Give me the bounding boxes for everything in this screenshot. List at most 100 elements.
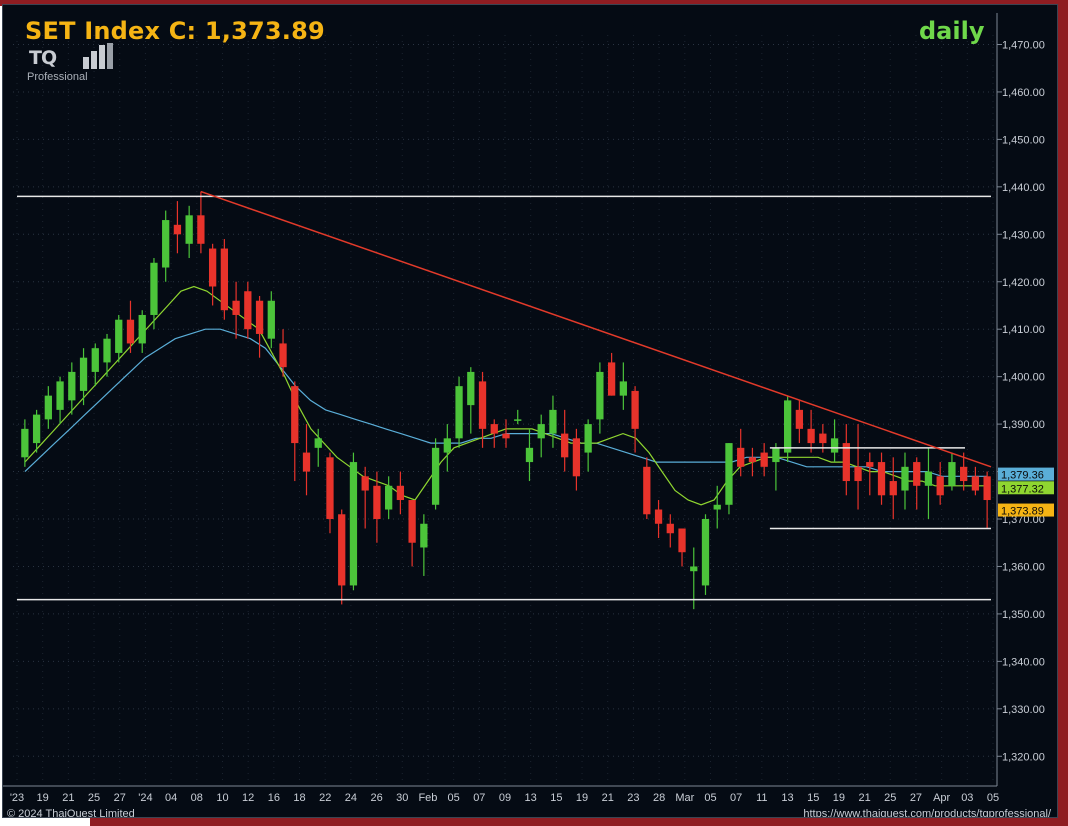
- x-tick-label: 19: [833, 792, 845, 804]
- logo-subtitle: Professional: [27, 71, 88, 83]
- candle-body: [115, 319, 123, 353]
- candle-body: [502, 433, 510, 439]
- candle-body: [807, 428, 815, 444]
- candle-body: [220, 248, 228, 311]
- x-tick-label: 24: [345, 792, 357, 804]
- candle-body: [701, 519, 710, 586]
- copyright-text: © 2024 ThaiQuest Limited: [7, 808, 135, 818]
- candle-body: [208, 248, 217, 287]
- x-tick-label: 19: [37, 792, 49, 804]
- x-tick-label: 10: [216, 792, 228, 804]
- x-tick-label: 21: [62, 792, 74, 804]
- chart-panel: 1,470.00 1,460.00 1,450.00 1,440.00 1,430.00…: [2, 4, 1058, 818]
- y-tick-label: 1,430.00: [1002, 229, 1045, 241]
- y-tick-label: 1,400.00: [1002, 372, 1045, 384]
- candle-body: [572, 438, 581, 477]
- candle-body: [232, 300, 240, 315]
- candle-body: [877, 462, 886, 496]
- x-tick-label: 27: [910, 792, 922, 804]
- candle-body: [431, 447, 440, 505]
- x-tick-label: '23: [10, 792, 24, 804]
- x-tick-label: 13: [781, 792, 793, 804]
- logo-bars-icon: [83, 43, 113, 69]
- x-tick-label: 16: [268, 792, 280, 804]
- candle-body: [537, 424, 545, 439]
- x-tick-label: 18: [293, 792, 305, 804]
- candle-body: [455, 386, 463, 439]
- candle-body: [408, 500, 416, 543]
- candle-body: [173, 224, 182, 235]
- candle-body: [619, 381, 627, 396]
- x-tick-label: 23: [627, 792, 639, 804]
- candle-body: [936, 476, 944, 496]
- candle-body: [103, 338, 111, 363]
- candle-body: [162, 220, 170, 268]
- tq-professional-logo: TQ Professional: [25, 41, 125, 85]
- candle-body: [32, 414, 41, 444]
- candle-body: [596, 371, 604, 420]
- candle-body: [349, 462, 358, 586]
- candle-body: [244, 291, 252, 330]
- period-label[interactable]: daily: [919, 17, 984, 45]
- x-tick-label: 19: [576, 792, 588, 804]
- candle-body: [255, 300, 264, 334]
- candle-body: [338, 514, 346, 586]
- candle-body: [396, 485, 405, 501]
- candle-body: [150, 262, 158, 315]
- candle-body: [643, 466, 651, 515]
- source-url[interactable]: https://www.thaiquest.com/products/tqpro…: [803, 808, 1051, 817]
- x-tick-label: 05: [987, 792, 999, 804]
- x-tick-label: 05: [704, 792, 716, 804]
- candle-body: [607, 362, 616, 396]
- candle-body: [913, 462, 921, 486]
- candle-body: [842, 443, 850, 482]
- y-tick-label: 1,330.00: [1002, 704, 1045, 716]
- x-tick-label: 30: [396, 792, 408, 804]
- x-tick-label: '24: [138, 792, 152, 804]
- x-tick-label: 15: [807, 792, 819, 804]
- candle-body: [549, 409, 557, 434]
- candle-body: [467, 371, 475, 406]
- x-tick-label: Mar: [675, 792, 694, 804]
- price-tag-label: 1,377.32: [1001, 483, 1044, 495]
- candle-body: [889, 481, 897, 496]
- x-tick-label: 21: [602, 792, 614, 804]
- candle-body: [584, 424, 592, 453]
- candle-body: [44, 395, 52, 420]
- candle-body: [326, 457, 334, 520]
- y-tick-label: 1,420.00: [1002, 277, 1045, 289]
- x-tick-label: 15: [550, 792, 562, 804]
- candle-body: [21, 428, 29, 458]
- candle-body: [478, 381, 487, 429]
- x-tick-label: 07: [730, 792, 742, 804]
- y-tick-label: 1,340.00: [1002, 656, 1045, 668]
- frame-border-bottom: [90, 818, 1068, 826]
- y-tick-label: 1,360.00: [1002, 561, 1045, 573]
- candle-body: [760, 452, 768, 467]
- candle-body: [373, 485, 381, 520]
- price-tag-label: 1,373.89: [1001, 506, 1044, 518]
- candle-body: [279, 343, 287, 368]
- candle-body: [361, 476, 369, 491]
- candle-body: [443, 438, 451, 453]
- candle-body: [420, 523, 428, 548]
- candle-body: [91, 348, 99, 372]
- candle-body: [983, 476, 991, 501]
- x-tick-label: Feb: [418, 792, 437, 804]
- candle-body: [197, 215, 205, 244]
- y-tick-label: 1,410.00: [1002, 324, 1045, 336]
- x-tick-label: 25: [88, 792, 100, 804]
- candle-body: [713, 504, 721, 510]
- candle-body: [748, 457, 757, 463]
- candle-body: [971, 476, 980, 491]
- frame-border-right: [1058, 0, 1068, 826]
- candle-body: [302, 452, 311, 472]
- candle-body: [690, 566, 698, 572]
- candle-body: [79, 357, 88, 391]
- candle-body: [901, 466, 909, 491]
- candle-body: [772, 447, 780, 463]
- y-tick-label: 1,350.00: [1002, 609, 1045, 621]
- x-tick-label: 28: [653, 792, 665, 804]
- candle-body: [514, 419, 522, 421]
- x-tick-label: 08: [191, 792, 203, 804]
